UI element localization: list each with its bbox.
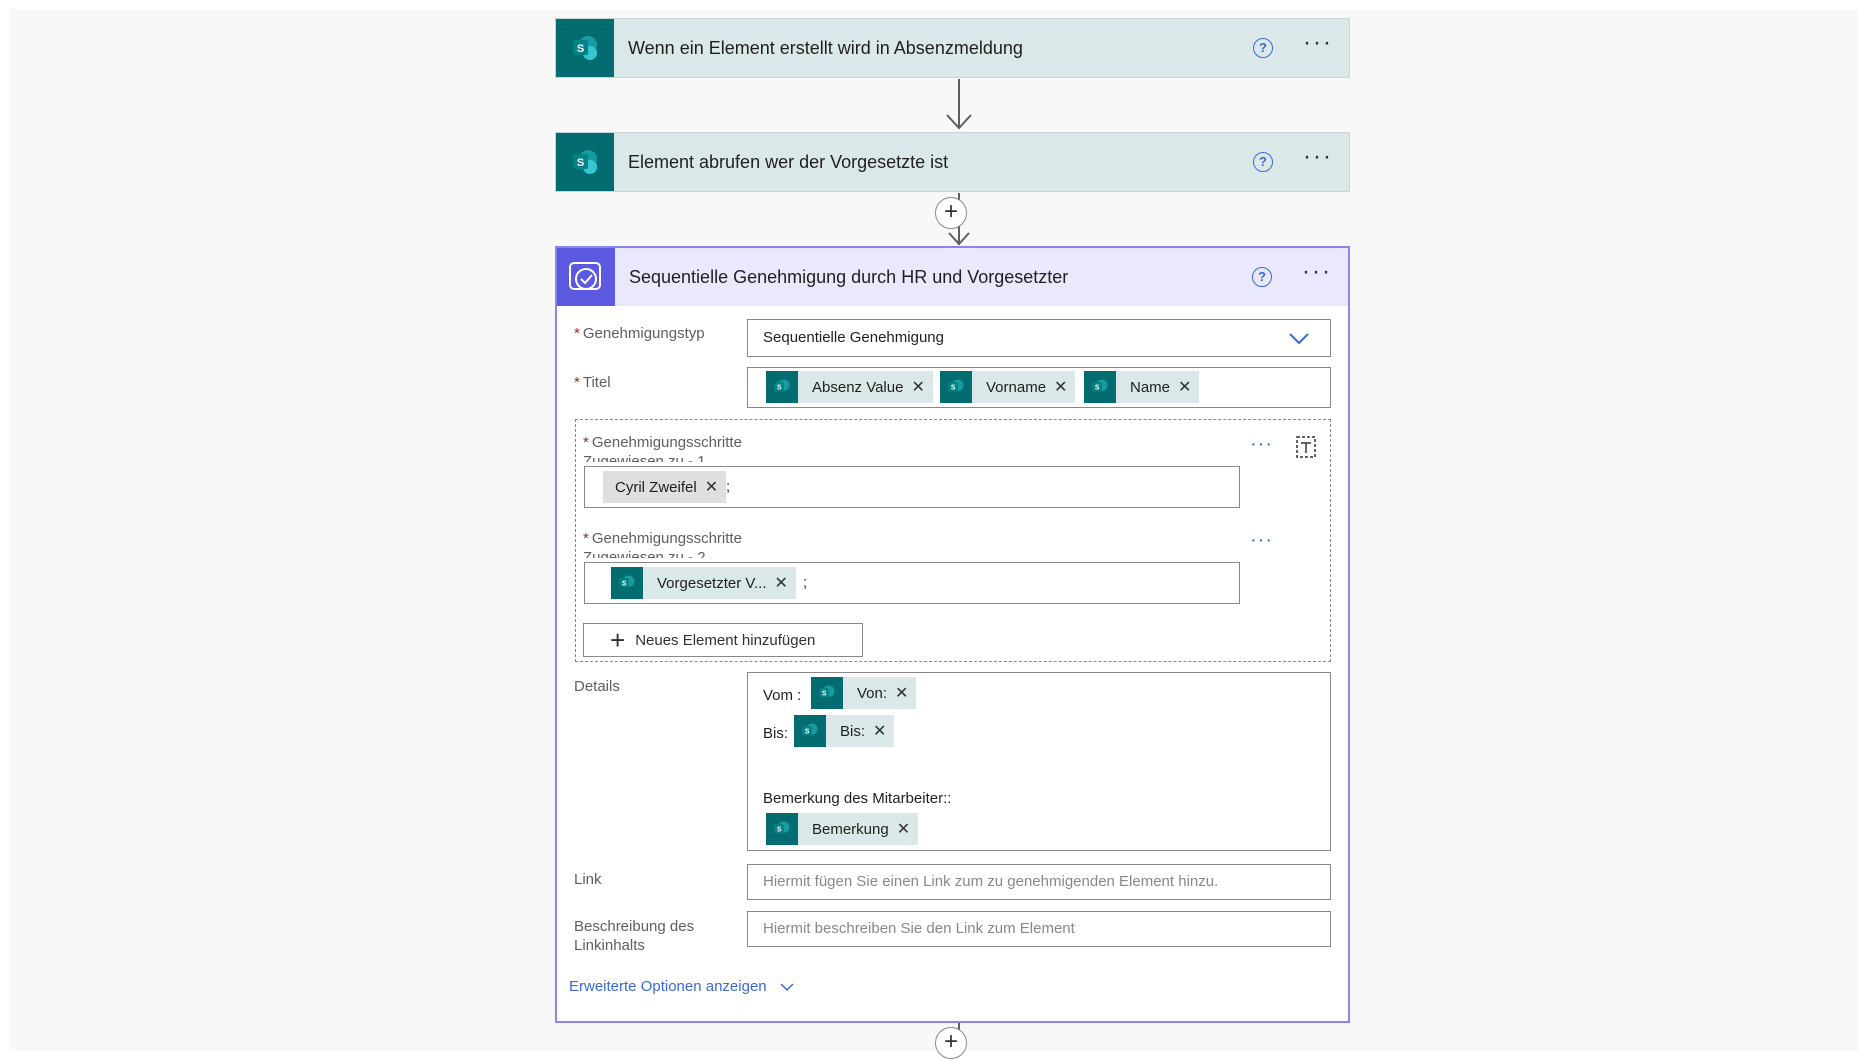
assignee-token[interactable]: Cyril Zweifel ✕ <box>603 471 727 503</box>
close-icon[interactable]: ✕ <box>897 819 918 839</box>
token-label: Absenz Value <box>812 378 904 396</box>
approval-card[interactable]: Sequentielle Genehmigung durch HR und Vo… <box>555 246 1350 1023</box>
sharepoint-icon: S <box>794 715 826 747</box>
svg-text:S: S <box>777 385 782 392</box>
more-icon[interactable]: ··· <box>1301 145 1335 177</box>
token-label: Cyril Zweifel <box>615 478 697 496</box>
separator: ; <box>803 574 808 591</box>
sharepoint-icon: S <box>766 371 798 403</box>
token-label: Vorgesetzter V... <box>657 574 767 592</box>
sharepoint-icon: S <box>611 567 643 599</box>
link-placeholder: Hiermit fügen Sie einen Link zum zu gene… <box>763 873 1219 890</box>
svg-text:S: S <box>777 827 782 834</box>
get-item-card-header[interactable]: S Element abrufen wer der Vorgesetzte is… <box>556 133 1349 191</box>
close-icon[interactable]: ✕ <box>705 477 726 497</box>
details-vom-label: Vom : <box>763 687 802 704</box>
more-icon[interactable]: ··· <box>1300 260 1334 292</box>
close-icon[interactable]: ✕ <box>911 377 932 397</box>
step-1-more-icon[interactable]: ··· <box>1250 434 1273 454</box>
plus-icon: + <box>610 625 626 655</box>
get-item-card[interactable]: S Element abrufen wer der Vorgesetzte is… <box>555 132 1350 192</box>
sharepoint-icon: S <box>1084 371 1116 403</box>
details-label: Details <box>574 678 620 695</box>
step-2-assignee-field[interactable]: S Vorgesetzter V... ✕ ; <box>584 562 1240 604</box>
svg-text:S: S <box>577 157 584 169</box>
approval-type-dropdown[interactable]: Sequentielle Genehmigung <box>747 319 1331 357</box>
svg-text:S: S <box>951 385 956 392</box>
dynamic-token[interactable]: S Vorgesetzter V... ✕ <box>611 567 796 599</box>
show-advanced-options-link[interactable]: Erweiterte Optionen anzeigen <box>569 978 795 995</box>
sharepoint-icon: S <box>556 19 614 77</box>
add-new-item-label: Neues Element hinzufügen <box>635 631 816 649</box>
step-1-assignee-field[interactable]: Cyril Zweifel ✕ ; <box>584 466 1240 508</box>
details-field[interactable]: Vom : S Von: ✕ Bis: S Bis: ✕ Bemerkung des… <box>747 672 1331 851</box>
sharepoint-icon: S <box>940 371 972 403</box>
trigger-card[interactable]: S Wenn ein Element erstellt wird in Abse… <box>555 18 1350 78</box>
chevron-down-icon <box>780 982 794 991</box>
delete-icon[interactable] <box>1294 434 1318 460</box>
close-icon[interactable]: ✕ <box>1178 377 1199 397</box>
insert-step-button[interactable]: + <box>935 1027 967 1059</box>
arrow-down-icon <box>946 79 972 130</box>
token-label: Vorname <box>986 378 1047 396</box>
svg-text:S: S <box>1095 385 1100 392</box>
close-icon[interactable]: ✕ <box>873 721 894 741</box>
close-icon[interactable]: ✕ <box>895 683 916 703</box>
step-2-more-icon[interactable]: ··· <box>1250 530 1273 550</box>
title-label: * Titel <box>574 374 611 391</box>
svg-text:S: S <box>577 43 584 55</box>
advanced-options-label: Erweiterte Optionen anzeigen <box>569 978 767 995</box>
dynamic-token[interactable]: S Name ✕ <box>1084 371 1200 403</box>
approval-title: Sequentielle Genehmigung durch HR und Vo… <box>629 266 1069 287</box>
more-icon[interactable]: ··· <box>1301 31 1335 63</box>
approval-card-header[interactable]: Sequentielle Genehmigung durch HR und Vo… <box>557 248 1348 306</box>
link-description-label: Beschreibung des Linkinhalts <box>574 918 695 954</box>
separator: ; <box>726 478 731 495</box>
step-2-label: * Genehmigungsschritte Zugewiesen zu - 2 <box>583 530 742 558</box>
approval-steps-group: * Genehmigungsschritte Zugewiesen zu - 1 … <box>575 419 1331 662</box>
help-icon[interactable]: ? <box>1253 38 1273 58</box>
title-field[interactable]: S Absenz Value ✕ S Vorname ✕ S Name ✕ <box>747 367 1331 408</box>
link-input[interactable]: Hiermit fügen Sie einen Link zum zu gene… <box>747 864 1331 900</box>
dynamic-token[interactable]: S Absenz Value ✕ <box>766 371 933 403</box>
dynamic-token[interactable]: S Bemerkung ✕ <box>766 813 919 845</box>
dynamic-token[interactable]: S Vorname ✕ <box>940 371 1076 403</box>
token-label: Von: <box>857 684 888 702</box>
details-remark-label: Bemerkung des Mitarbeiter:: <box>763 790 952 807</box>
svg-text:S: S <box>622 581 627 588</box>
svg-text:S: S <box>822 691 827 698</box>
sharepoint-icon: S <box>811 677 843 709</box>
details-bis-label: Bis: <box>763 725 789 742</box>
trigger-title: Wenn ein Element erstellt wird in Absenz… <box>628 37 1023 58</box>
chevron-down-icon <box>1289 333 1309 345</box>
dynamic-token[interactable]: S Von: ✕ <box>811 677 917 709</box>
svg-text:S: S <box>805 729 810 736</box>
token-label: Bemerkung <box>812 820 889 838</box>
approval-type-value: Sequentielle Genehmigung <box>763 329 944 346</box>
help-icon[interactable]: ? <box>1253 152 1273 172</box>
approval-type-label: * Genehmigungstyp <box>574 325 705 342</box>
close-icon[interactable]: ✕ <box>775 573 796 593</box>
token-label: Name <box>1130 378 1171 396</box>
link-label: Link <box>574 871 602 888</box>
dynamic-token[interactable]: S Bis: ✕ <box>794 715 895 747</box>
get-item-title: Element abrufen wer der Vorgesetzte ist <box>628 151 949 172</box>
token-label: Bis: <box>840 722 866 740</box>
help-icon[interactable]: ? <box>1252 267 1272 287</box>
sharepoint-icon: S <box>556 133 614 191</box>
approval-icon <box>557 248 615 306</box>
add-new-item-button[interactable]: + Neues Element hinzufügen <box>583 623 863 657</box>
step-1-label: * Genehmigungsschritte Zugewiesen zu - 1 <box>583 434 742 462</box>
link-description-input[interactable]: Hiermit beschreiben Sie den Link zum Ele… <box>747 911 1331 947</box>
trigger-card-header[interactable]: S Wenn ein Element erstellt wird in Abse… <box>556 19 1349 77</box>
sharepoint-icon: S <box>766 813 798 845</box>
close-icon[interactable]: ✕ <box>1054 377 1075 397</box>
insert-step-button[interactable]: + <box>935 197 967 229</box>
link-description-placeholder: Hiermit beschreiben Sie den Link zum Ele… <box>763 920 1075 937</box>
